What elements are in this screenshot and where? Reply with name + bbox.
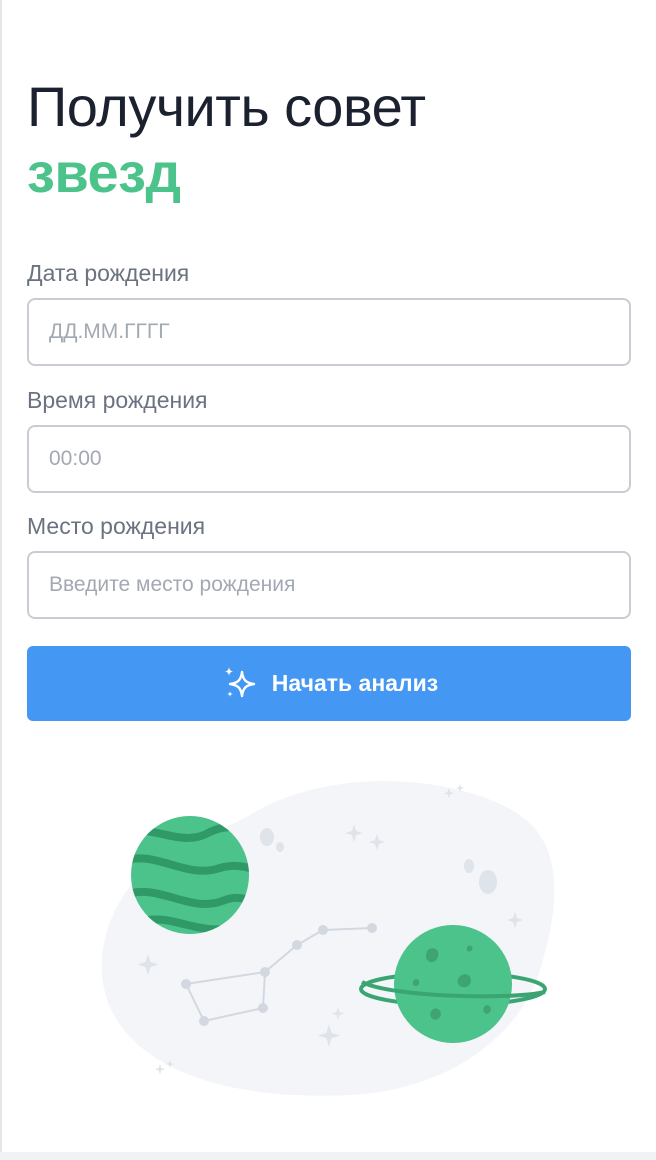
birth-place-label: Место рождения [27, 513, 206, 539]
left-border [0, 0, 2, 1160]
birth-time-label: Время рождения [27, 387, 208, 413]
space-illustration [101, 781, 555, 1096]
birth-date-input[interactable] [27, 298, 631, 366]
birth-date-label: Дата рождения [27, 260, 190, 286]
bottom-strip [0, 1152, 656, 1160]
page-title: Получить совет звезд [27, 74, 426, 206]
start-analysis-button[interactable]: Начать анализ [27, 646, 631, 721]
title-accent-word: звезд [27, 141, 181, 204]
birth-time-input[interactable] [27, 425, 631, 493]
birth-place-input[interactable] [27, 551, 631, 619]
start-analysis-label: Начать анализ [271, 670, 439, 696]
sparkles-icon [220, 664, 260, 704]
title-line-1: Получить совет [27, 75, 426, 138]
